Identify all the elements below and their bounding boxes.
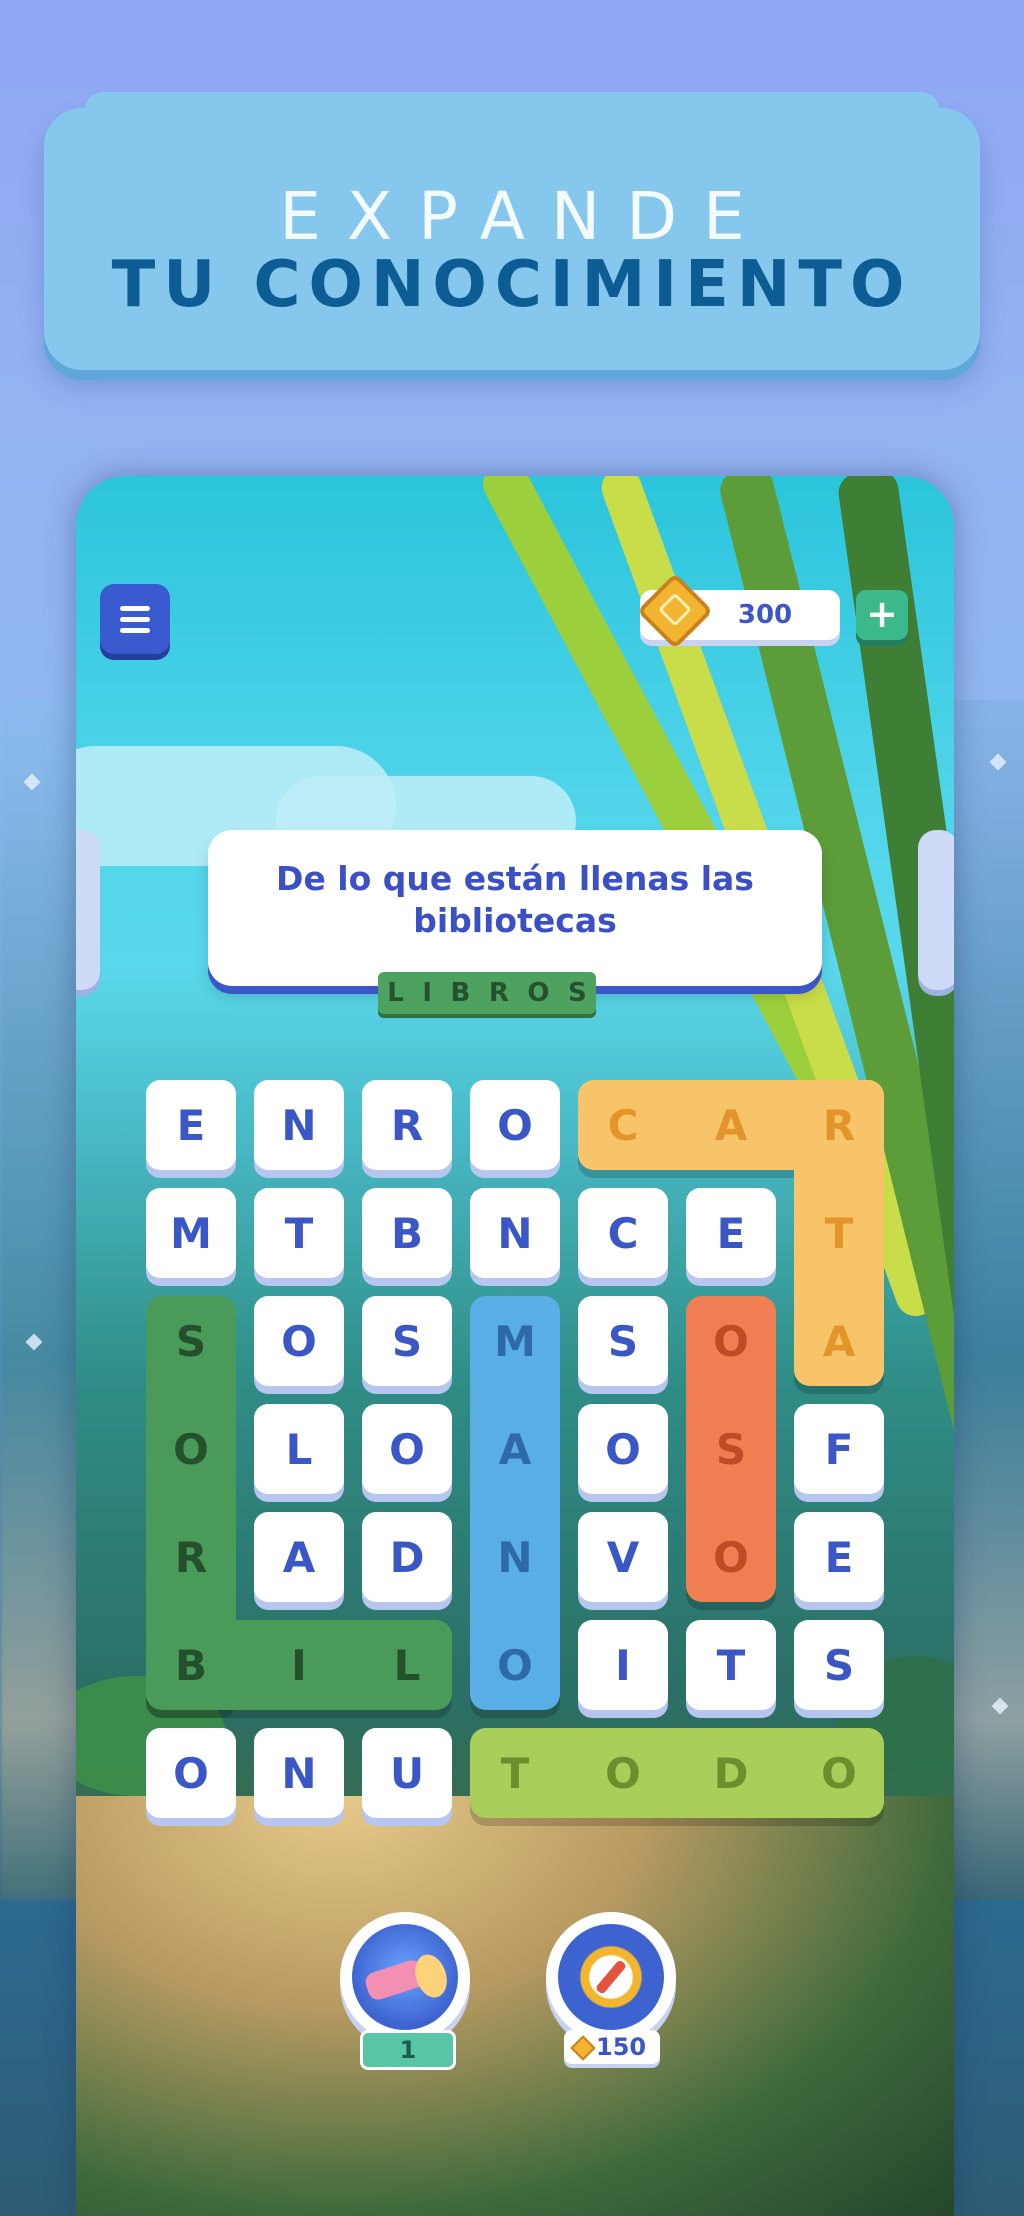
found-letter: N (497, 1533, 533, 1582)
letter-tile[interactable]: S (578, 1296, 668, 1386)
flashlight-icon (352, 1924, 458, 2030)
answer-letter: S (567, 978, 587, 1008)
found-letter: A (498, 1425, 532, 1474)
letter-tile[interactable]: O (470, 1080, 560, 1170)
letter-tile[interactable]: O (578, 1404, 668, 1494)
previous-clue-card[interactable] (76, 830, 100, 990)
letter-tile[interactable]: A (254, 1512, 344, 1602)
letter-tile[interactable]: E (146, 1080, 236, 1170)
found-letter: O (821, 1749, 857, 1798)
found-letter: A (822, 1317, 856, 1366)
letter-tile[interactable]: S (794, 1620, 884, 1710)
found-letter: T (824, 1209, 854, 1258)
menu-button[interactable] (100, 584, 170, 654)
letter-tile[interactable]: N (254, 1080, 344, 1170)
found-letter: D (713, 1749, 749, 1798)
coin-value: 300 (737, 600, 793, 630)
found-letter: O (713, 1317, 749, 1366)
letter-tile[interactable]: I (578, 1620, 668, 1710)
clue-card: De lo que están llenas las bibliotecas (208, 830, 822, 986)
found-letter: L (393, 1641, 421, 1690)
letter-tile[interactable]: M (146, 1188, 236, 1278)
letter-tile[interactable]: N (470, 1188, 560, 1278)
banner-title-line1: EXPANDE (279, 178, 771, 255)
letter-tile[interactable]: E (686, 1188, 776, 1278)
letter-tile[interactable]: D (362, 1512, 452, 1602)
found-letter: O (497, 1641, 533, 1690)
letter-grid: ENROCARMTBNCETSOSMSOAOLOAOSFRADNVOEBILOI… (146, 1080, 886, 1840)
answer-letter: L (387, 978, 404, 1008)
letter-tile[interactable]: L (254, 1404, 344, 1494)
flashlight-hint-button[interactable]: 1 (340, 1912, 470, 2070)
found-letter: A (714, 1101, 748, 1150)
letter-tile[interactable]: E (794, 1512, 884, 1602)
letter-tile[interactable]: C (578, 1188, 668, 1278)
letter-tile[interactable]: S (362, 1296, 452, 1386)
answer-letter: O (527, 978, 550, 1008)
flashlight-light-shape (409, 1950, 453, 2002)
background-right-scenery (944, 700, 1024, 1900)
found-letter: B (174, 1641, 207, 1690)
found-letter: S (175, 1317, 207, 1366)
found-letter: S (715, 1425, 747, 1474)
found-letter: I (291, 1641, 307, 1690)
game-screen: 300 + De lo que están llenas las bibliot… (76, 476, 954, 2216)
compass-cost-value: 150 (596, 2033, 647, 2061)
ground-scenery (76, 1796, 954, 2216)
menu-icon-bar (120, 605, 150, 611)
compass-icon (558, 1924, 664, 2030)
clue-text: De lo que están llenas las bibliotecas (276, 859, 754, 940)
answer-strip: L I B R O S (378, 972, 596, 1014)
letter-tile[interactable]: O (146, 1728, 236, 1818)
add-coins-button[interactable]: + (856, 590, 908, 640)
letter-tile[interactable]: B (362, 1188, 452, 1278)
found-letter: M (494, 1317, 536, 1366)
answer-letter: B (450, 978, 471, 1008)
compass-hint-button[interactable]: 150 (546, 1912, 676, 2064)
letter-tile[interactable]: U (362, 1728, 452, 1818)
found-letter: O (605, 1749, 641, 1798)
found-letter: R (822, 1101, 856, 1150)
letter-tile[interactable]: O (362, 1404, 452, 1494)
letter-tile[interactable]: N (254, 1728, 344, 1818)
banner-title-line2: TU CONOCIMIENTO (111, 248, 913, 322)
promo-banner: EXPANDE TU CONOCIMIENTO (44, 92, 980, 370)
next-clue-card[interactable] (918, 830, 954, 990)
answer-letter: R (488, 978, 509, 1008)
coin-icon (570, 2035, 596, 2061)
background-left-scenery (0, 700, 80, 1900)
letter-tile[interactable]: O (254, 1296, 344, 1386)
letter-tile[interactable]: T (254, 1188, 344, 1278)
letter-tile[interactable]: F (794, 1404, 884, 1494)
compass-needle-shape (594, 1959, 628, 1995)
found-letter: R (174, 1533, 208, 1582)
letter-tile[interactable]: V (578, 1512, 668, 1602)
menu-icon-bar (120, 616, 150, 622)
found-letter: C (607, 1101, 639, 1150)
menu-icon-bar (120, 627, 150, 633)
found-letter: O (173, 1425, 209, 1474)
answer-letter: I (422, 978, 433, 1008)
found-letter: T (500, 1749, 530, 1798)
compass-cost-badge: 150 (564, 2030, 660, 2064)
letter-tile[interactable]: T (686, 1620, 776, 1710)
letter-tile[interactable]: R (362, 1080, 452, 1170)
found-letter: O (713, 1533, 749, 1582)
flashlight-count-badge: 1 (360, 2030, 456, 2070)
